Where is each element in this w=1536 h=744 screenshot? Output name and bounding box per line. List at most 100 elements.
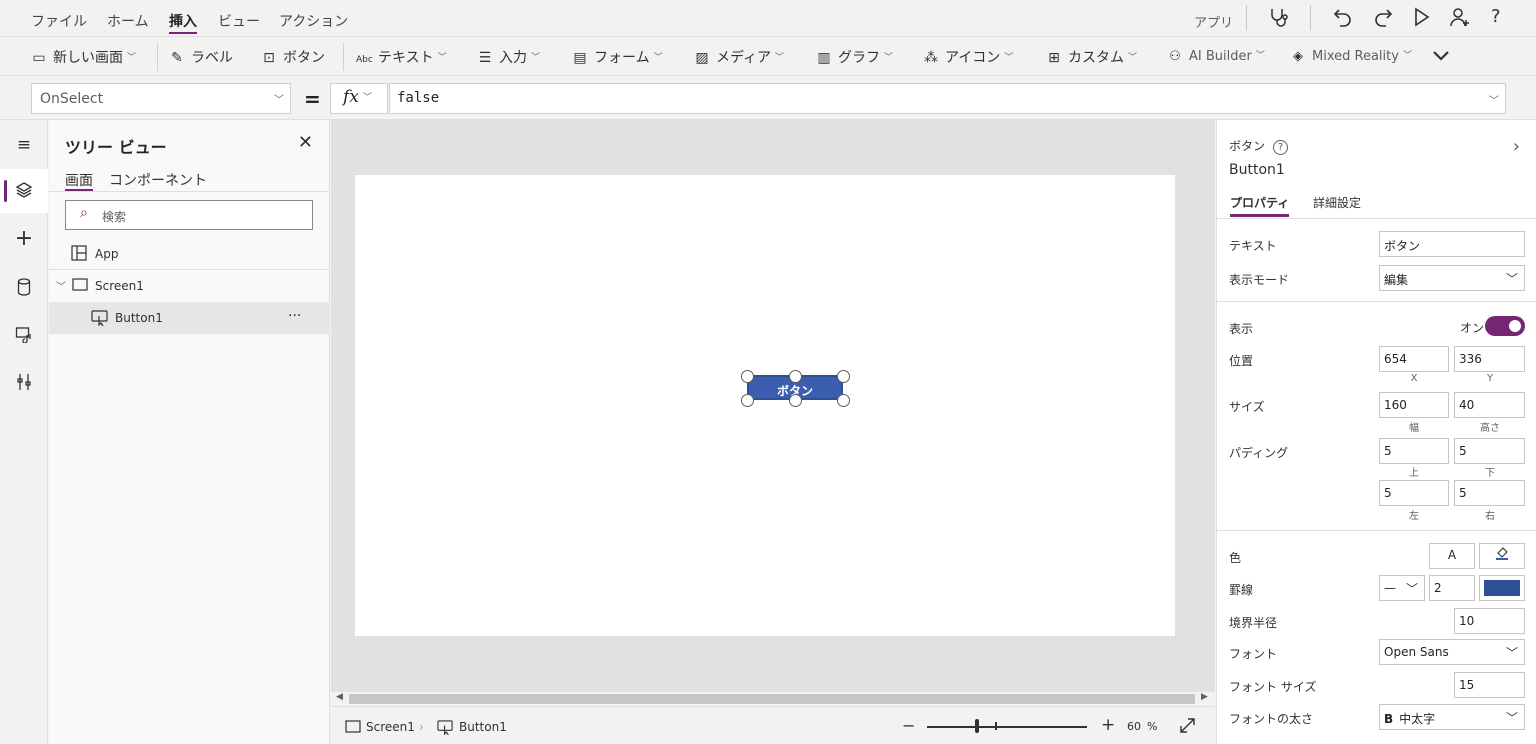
new-screen-button[interactable]: ▭ 新しい画面 ﹀ [31, 47, 136, 67]
control-name[interactable]: Button1 [1229, 162, 1285, 178]
zoom-in-button[interactable]: + [1101, 715, 1115, 735]
resize-handle[interactable] [789, 370, 802, 383]
padding-right-sublabel: 右 [1485, 511, 1495, 522]
padding-bottom-input[interactable]: 5 [1454, 438, 1525, 464]
padding-top-input[interactable]: 5 [1379, 438, 1449, 464]
mixed-reality-button[interactable]: ◈ Mixed Reality ﹀ [1290, 48, 1412, 64]
border-width-input[interactable]: 2 [1429, 575, 1475, 601]
resize-handle[interactable] [741, 370, 754, 383]
stethoscope-icon[interactable] [1268, 6, 1290, 32]
tree-item-button1[interactable]: Button1 ··· [49, 302, 330, 334]
screen-artboard[interactable]: ボタン [355, 175, 1175, 636]
menu-file[interactable]: ファイル [31, 11, 87, 31]
fill-color-button[interactable] [1479, 543, 1525, 569]
menu-insert[interactable]: 挿入 [169, 11, 197, 34]
border-style-select[interactable]: — ﹀ [1379, 575, 1425, 601]
insert-media-button[interactable]: ▨ メディア ﹀ [694, 47, 784, 67]
chevron-down-icon: ﹀ [1004, 53, 1014, 63]
text-prop-input[interactable]: ボタン [1379, 231, 1525, 257]
resize-handle[interactable] [741, 394, 754, 407]
position-x-input[interactable]: 654 [1379, 346, 1449, 372]
font-weight-select[interactable]: B 中太字 ﹀ [1379, 704, 1525, 730]
hamburger-icon[interactable]: ≡ [0, 123, 48, 167]
expand-formula-icon[interactable]: ﹀ [1489, 92, 1499, 107]
database-icon[interactable] [0, 266, 48, 310]
menu-home[interactable]: ホーム [107, 11, 149, 31]
insert-icons-button[interactable]: ⁂ アイコン ﹀ [923, 47, 1013, 67]
border-color-button[interactable] [1479, 575, 1525, 601]
tab-properties[interactable]: プロパティ [1230, 194, 1290, 217]
insert-chart-button[interactable]: ▥ グラフ ﹀ [816, 47, 893, 67]
zoom-slider-thumb[interactable] [975, 719, 979, 733]
tree-item-app[interactable]: App [49, 238, 330, 270]
position-label: 位置 [1229, 354, 1254, 368]
canvas-area: ボタン [331, 120, 1215, 692]
insert-button-button[interactable]: ⊡ ボタン [261, 47, 325, 67]
scrollbar-thumb[interactable] [349, 694, 1195, 704]
app-checker-label[interactable]: アプリ [1194, 12, 1233, 31]
ai-builder-button[interactable]: ⚇ AI Builder ﹀ [1167, 48, 1265, 64]
formula-input[interactable]: false ﹀ [389, 83, 1506, 114]
zoom-out-button[interactable]: − [902, 716, 915, 735]
divider [157, 43, 158, 71]
input-label: 入力 [499, 50, 527, 66]
share-user-icon[interactable] [1449, 6, 1471, 32]
search-input[interactable]: ⌕ 検索 [65, 200, 313, 230]
zoom-value[interactable]: 60 [1127, 720, 1141, 733]
property-dropdown[interactable]: OnSelect ﹀ [31, 83, 291, 114]
insert-custom-button[interactable]: ⊞ カスタム ﹀ [1046, 47, 1137, 67]
tab-screens[interactable]: 画面 [65, 170, 93, 191]
position-y-input[interactable]: 336 [1454, 346, 1525, 372]
font-size-input[interactable]: 15 [1454, 672, 1525, 698]
resize-handle[interactable] [789, 394, 802, 407]
fit-to-window-icon[interactable] [1179, 717, 1196, 738]
scroll-right-icon[interactable]: ▶ [1201, 692, 1208, 702]
more-chevron-icon[interactable] [1432, 49, 1450, 67]
plus-icon[interactable]: + [0, 218, 48, 262]
chevron-down-icon: ﹀ [274, 95, 284, 106]
close-icon[interactable]: ✕ [298, 132, 313, 153]
divider [343, 43, 344, 71]
scroll-left-icon[interactable]: ◀ [336, 692, 343, 702]
tools-icon[interactable] [0, 361, 48, 405]
menu-action[interactable]: アクション [279, 11, 348, 31]
tree-item-label: App [95, 247, 119, 261]
cube-icon: ◈ [1293, 49, 1303, 64]
breadcrumb-screen[interactable]: Screen1 [366, 720, 415, 734]
more-options-icon[interactable]: ··· [288, 308, 301, 324]
tab-components[interactable]: コンポーネント [109, 170, 207, 190]
font-select[interactable]: Open Sans ﹀ [1379, 639, 1525, 665]
padding-right-input[interactable]: 5 [1454, 480, 1525, 506]
radius-input[interactable]: 10 [1454, 608, 1525, 634]
resize-handle[interactable] [837, 370, 850, 383]
width-input[interactable]: 160 [1379, 392, 1449, 418]
padding-left-input[interactable]: 5 [1379, 480, 1449, 506]
insert-input-button[interactable]: ☰ 入力 ﹀ [477, 47, 540, 67]
media-icon[interactable] [0, 313, 48, 357]
padding-label: パディング [1229, 446, 1289, 460]
resize-handle[interactable] [837, 394, 850, 407]
undo-icon[interactable] [1333, 6, 1353, 32]
visible-toggle[interactable] [1485, 316, 1525, 336]
play-icon[interactable] [1413, 7, 1431, 31]
fx-button[interactable]: fx ﹀ [330, 83, 388, 114]
chevron-down-icon[interactable]: ﹀ [56, 278, 66, 293]
chevron-down-icon: ﹀ [362, 93, 372, 103]
redo-icon[interactable] [1373, 6, 1393, 32]
breadcrumb-control[interactable]: Button1 [459, 720, 507, 734]
menu-view[interactable]: ビュー [218, 11, 260, 31]
insert-label-button[interactable]: ✎ ラベル [169, 47, 233, 67]
height-input[interactable]: 40 [1454, 392, 1525, 418]
horizontal-scrollbar[interactable]: ◀ ▶ [331, 692, 1215, 706]
tree-item-screen1[interactable]: ﹀ Screen1 [49, 270, 330, 302]
zoom-slider[interactable] [927, 726, 1087, 728]
text-color-button[interactable]: A [1429, 543, 1475, 569]
chevron-right-icon[interactable]: › [1513, 136, 1520, 157]
tab-advanced[interactable]: 詳細設定 [1313, 194, 1361, 211]
insert-form-button[interactable]: ▤ フォーム ﹀ [572, 47, 662, 67]
help-circle-icon[interactable]: ? [1273, 140, 1289, 155]
display-mode-select[interactable]: 編集 ﹀ [1379, 265, 1525, 291]
insert-text-button[interactable]: Abc テキスト ﹀ [356, 47, 447, 67]
help-icon[interactable]: ? [1491, 6, 1501, 27]
layers-icon[interactable] [0, 169, 48, 213]
